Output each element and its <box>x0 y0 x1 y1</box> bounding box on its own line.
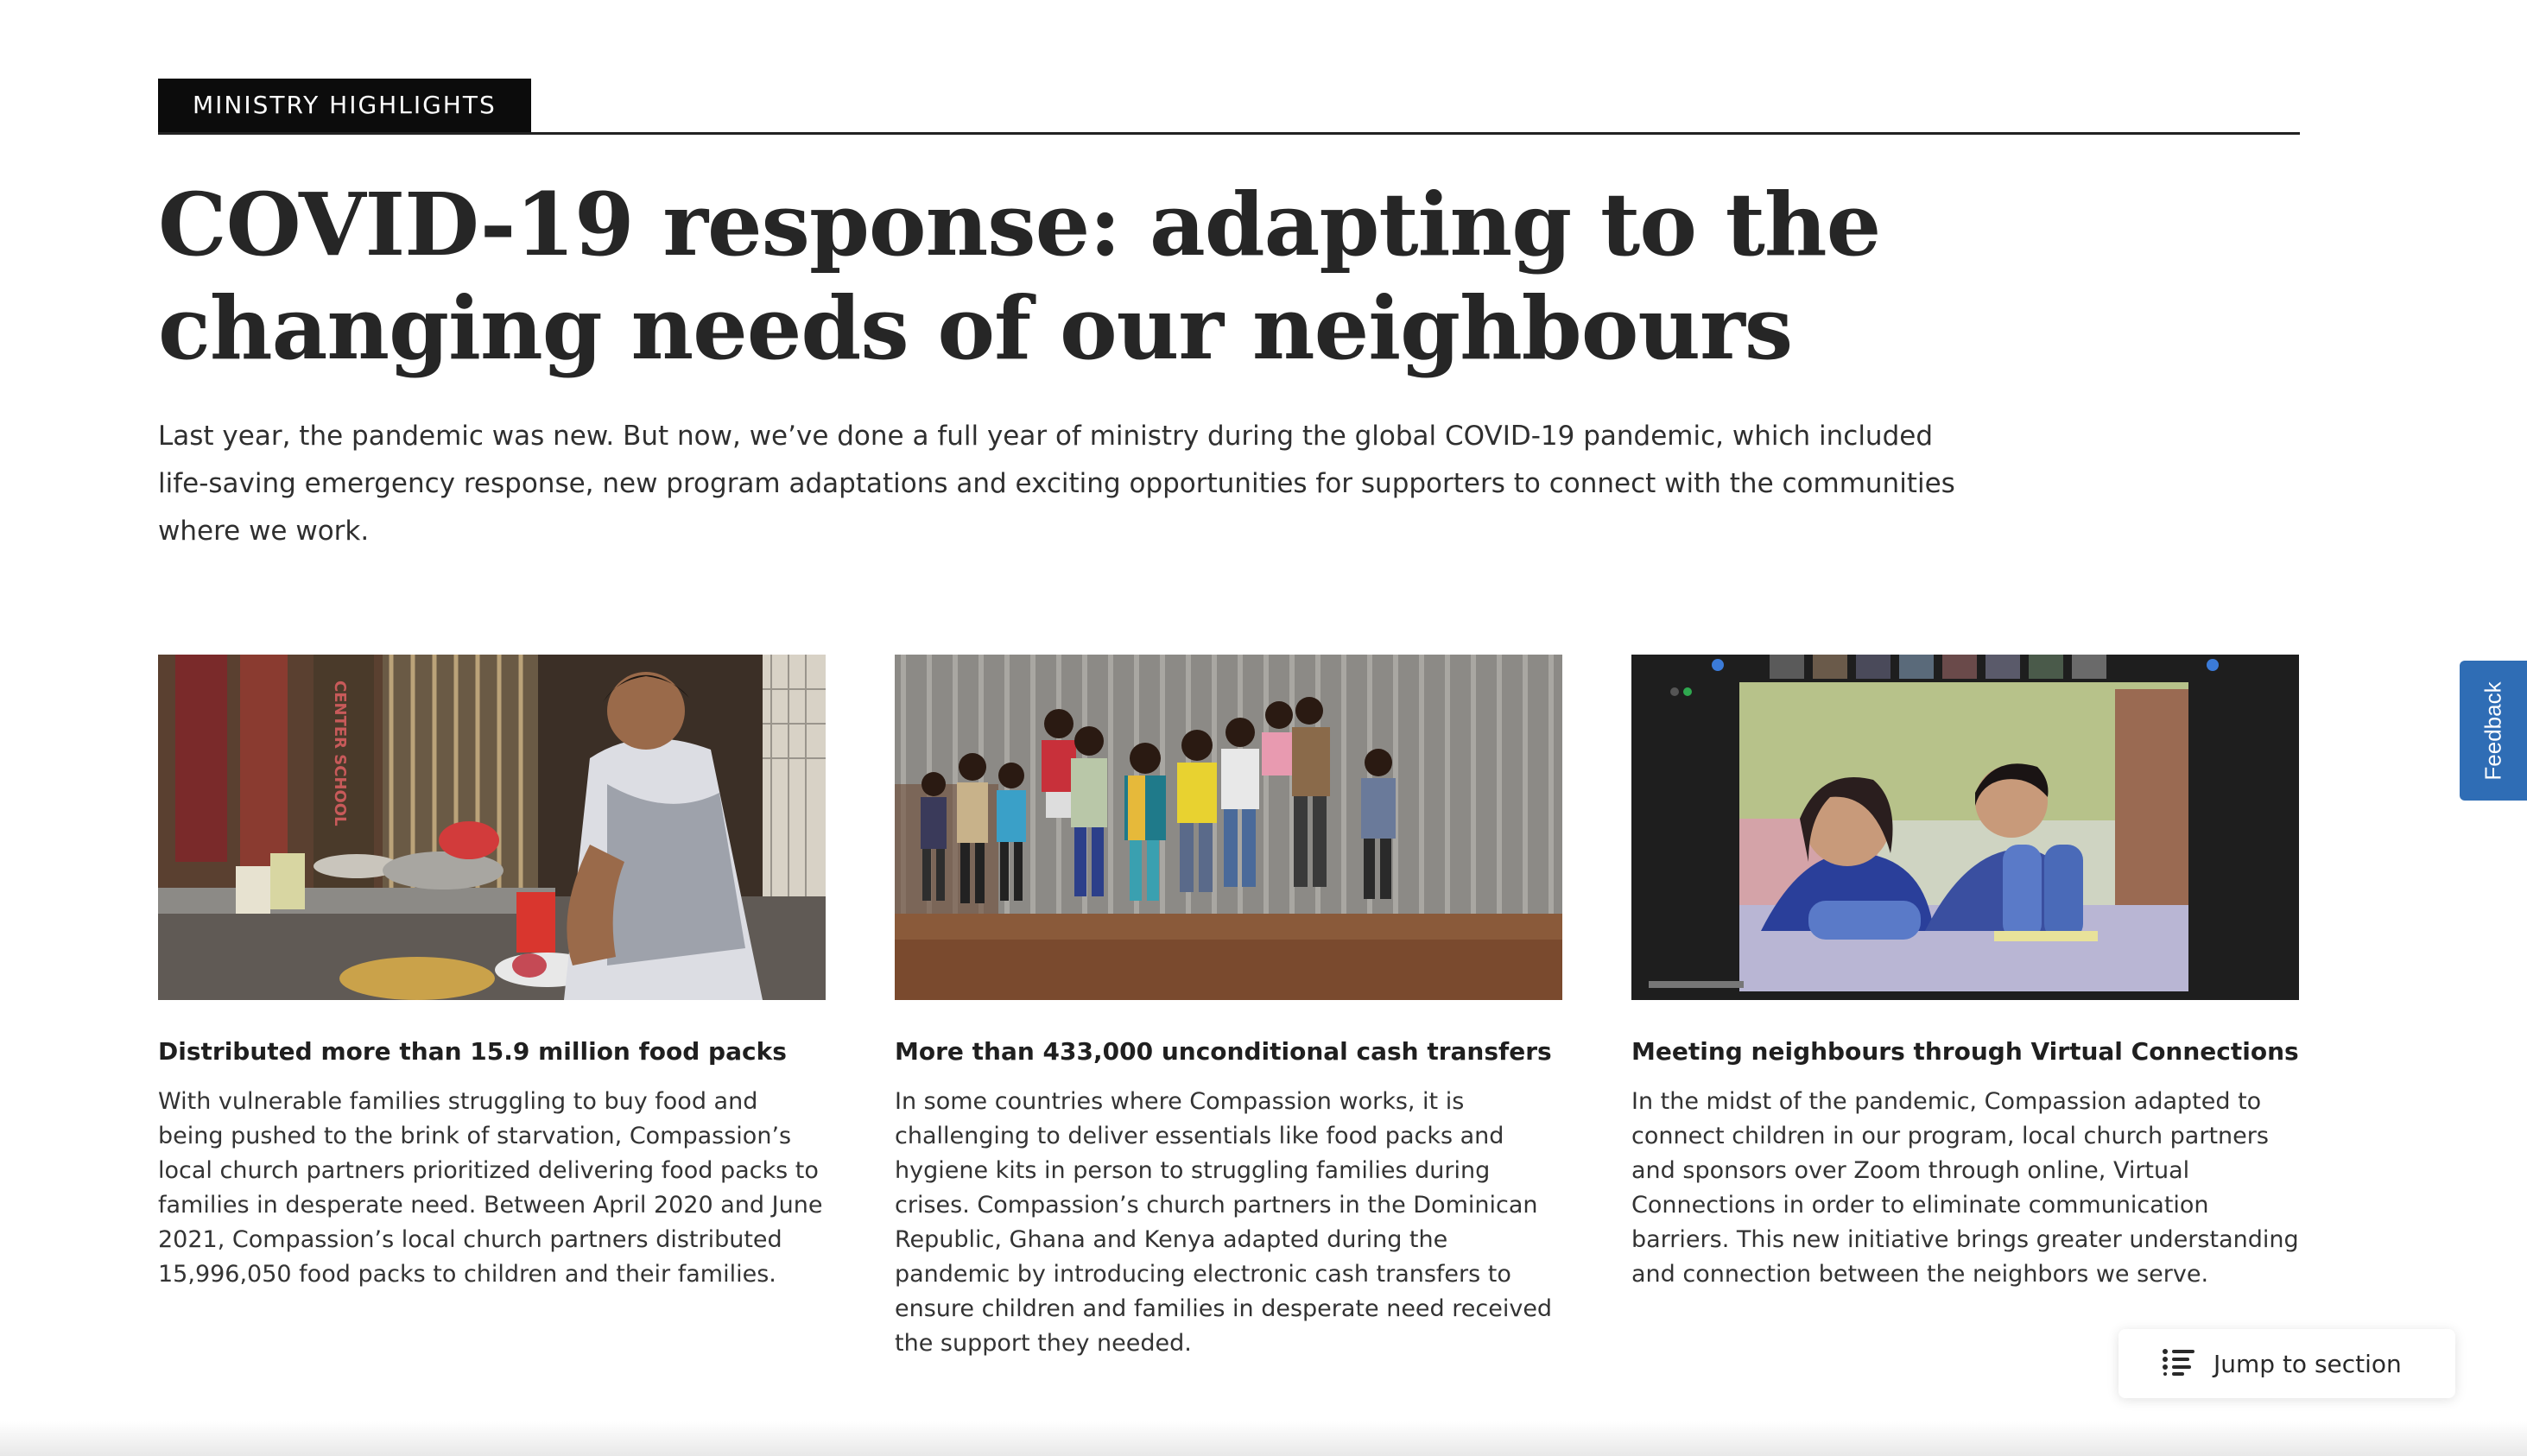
page: MINISTRY HIGHLIGHTS COVID-19 response: a… <box>0 0 2527 1456</box>
card-title-virtual-connections: Meeting neighbours through Virtual Conne… <box>1631 1037 2299 1066</box>
feedback-tab-button[interactable]: Feedback <box>2460 661 2527 801</box>
highlight-card-virtual-connections: Meeting neighbours through Virtual Conne… <box>1631 655 2299 1361</box>
card-body-cash-transfers: In some countries where Compassion works… <box>895 1088 1553 1357</box>
list-icon <box>2162 1348 2196 1380</box>
bottom-scroll-shadow <box>0 1421 2527 1456</box>
page-title: COVID-19 response: adapting to the chang… <box>158 174 1881 379</box>
ministry-highlights-section: MINISTRY HIGHLIGHTS COVID-19 response: a… <box>158 79 2300 1357</box>
card-body-food-packs: With vulnerable families struggling to b… <box>158 1088 823 1288</box>
section-header: MINISTRY HIGHLIGHTS <box>158 79 2300 135</box>
children-group-photo <box>895 655 1562 1000</box>
highlight-card-cash-transfers: More than 433,000 unconditional cash tra… <box>895 655 1562 1361</box>
card-body-virtual-connections: In the midst of the pandemic, Compassion… <box>1631 1088 2299 1288</box>
intro-paragraph: Last year, the pandemic was new. But now… <box>158 421 1955 547</box>
highlight-card-food-packs: CENTER SCHOOL Distributed more than 15.9… <box>158 655 826 1361</box>
jump-to-section-label: Jump to section <box>2214 1349 2402 1378</box>
feedback-tab-label: Feedback <box>2480 681 2506 781</box>
center-school-sign-text: CENTER SCHOOL <box>331 681 349 826</box>
section-eyebrow-label: MINISTRY HIGHLIGHTS <box>158 79 531 132</box>
card-title-cash-transfers: More than 433,000 unconditional cash tra… <box>895 1037 1552 1066</box>
zoom-call-photo <box>1631 655 2299 1000</box>
jump-to-section-button[interactable]: Jump to section <box>2118 1329 2455 1398</box>
food-packs-photo: CENTER SCHOOL <box>158 655 826 1000</box>
card-title-food-packs: Distributed more than 15.9 million food … <box>158 1037 787 1066</box>
highlight-cards: CENTER SCHOOL Distributed more than 15.9… <box>158 655 2300 1361</box>
